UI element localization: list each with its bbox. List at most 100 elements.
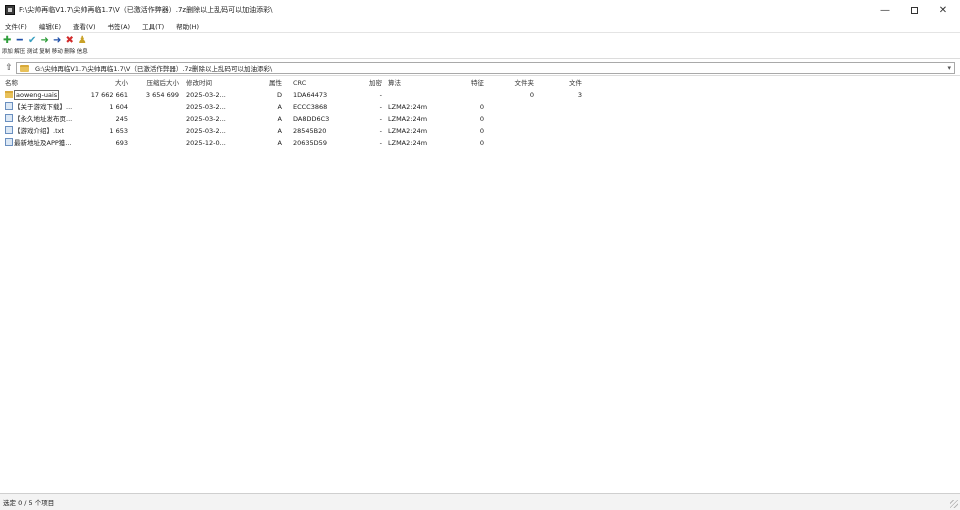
cell-files: 3	[577, 91, 582, 99]
cell-size: 693	[115, 139, 128, 147]
table-row[interactable]: 最新地址及APP獲... 693 2025-12-0... A 20635D59 - LZM…	[0, 137, 960, 149]
file-name: 最新地址及APP獲...	[14, 139, 72, 147]
extract-icon: ━	[16, 35, 23, 46]
folder-icon	[5, 91, 13, 98]
toolbar-label: 解压	[14, 49, 26, 55]
menu-file[interactable]: 文件(F)	[5, 21, 27, 31]
toolbar-label: 删除	[64, 49, 76, 55]
toolbar-label: 复制	[39, 49, 51, 55]
toolbar-label: 添加	[1, 49, 13, 55]
file-list: 名称 大小 压缩后大小 修改时间 属性 CRC 加密 算法 特征 文件夹 文件 …	[0, 77, 960, 493]
cell-attributes: D	[276, 91, 282, 99]
cell-folders	[500, 137, 534, 149]
cell-files	[548, 101, 582, 113]
toolbar-button-info[interactable]: ♟ 信息	[76, 33, 89, 58]
delete-icon: ✖	[65, 35, 74, 46]
test-icon: ✔	[28, 35, 37, 46]
up-arrow-icon: ⇧	[5, 62, 13, 73]
cell-packed-size: 3 654 699	[145, 91, 179, 99]
cell-folders	[500, 101, 534, 113]
status-bar: 选定 0 / 5 个项目	[0, 493, 960, 510]
cell-folders	[500, 125, 534, 137]
path-dropdown-icon[interactable]: ▾	[947, 64, 951, 72]
close-button[interactable]: ✕	[925, 0, 960, 20]
close-icon: ✕	[938, 4, 948, 16]
toolbar-label: 信息	[76, 49, 88, 55]
cell-encrypted: -	[379, 115, 382, 123]
menu-help[interactable]: 帮助(H)	[176, 21, 199, 31]
file-name: 【游戏介绍】.txt	[14, 127, 65, 135]
path-bar: ⇧ G:\尖帅再临V1.7\尖帅再临1.7\V（已激活作弊器）.7z删除以上乱码…	[0, 60, 960, 76]
menu-edit[interactable]: 编辑(E)	[39, 21, 61, 31]
cell-size: 245	[115, 115, 128, 123]
up-folder-button[interactable]: ⇧	[4, 63, 14, 73]
title-bar: F:\尖帅再临V1.7\尖帅再临1.7\V（已激活作弊器）.7z删除以上乱码可以…	[0, 0, 960, 20]
info-icon: ♟	[77, 35, 87, 46]
cell-files	[548, 137, 582, 149]
cell-encrypted: -	[379, 139, 382, 147]
menu-bookmarks[interactable]: 书签(A)	[108, 21, 131, 31]
toolbar-label: 移动	[51, 49, 63, 55]
menu-bar: 文件(F) 编辑(E) 查看(V) 书签(A) 工具(T) 帮助(H)	[0, 20, 960, 33]
cell-name: 【游戏介绍】.txt	[5, 125, 85, 137]
cell-size: 1 604	[109, 103, 128, 111]
path-input[interactable]: G:\尖帅再临V1.7\尖帅再临1.7\V（已激活作弊器）.7z删除以上乱码可以…	[16, 62, 955, 74]
cell-characteristics: 0	[479, 103, 484, 111]
column-header-encrypted[interactable]: 加密	[350, 77, 382, 89]
cell-name: 【关于游戏下载】...	[5, 101, 85, 113]
cell-modified: 2025-03-2...	[186, 127, 226, 135]
cell-folders	[500, 113, 534, 125]
cell-attributes: A	[277, 103, 282, 111]
table-row[interactable]: 【永久地址发布页... 245 2025-03-2... A DA8DD6C3 - LZMA…	[0, 113, 960, 125]
cell-size: 1 653	[109, 127, 128, 135]
menu-view[interactable]: 查看(V)	[73, 21, 96, 31]
toolbar-button-delete[interactable]: ✖ 删除	[64, 33, 77, 58]
column-header-folders[interactable]: 文件夹	[500, 77, 535, 89]
table-row[interactable]: 【关于游戏下载】... 1 604 2025-03-2... A ECCC3868 - LZ…	[0, 101, 960, 113]
file-name: aoweng-uais	[14, 90, 60, 100]
toolbar-button-add[interactable]: ✚ 添加	[1, 33, 14, 58]
toolbar-button-extract[interactable]: ━ 解压	[14, 33, 27, 58]
cell-folders: 0	[529, 91, 534, 99]
cell-modified: 2025-03-2...	[186, 91, 226, 99]
column-header-modified[interactable]: 修改时间	[186, 77, 244, 89]
toolbar: ✚ 添加 ━ 解压 ✔ 测试 ➜ 复制 ➜ 移动 ✖ 删除 ♟ 信息	[0, 33, 960, 59]
column-header-size[interactable]: 大小	[86, 77, 128, 89]
menu-tools[interactable]: 工具(T)	[142, 21, 164, 31]
file-icon	[5, 102, 13, 110]
toolbar-button-move[interactable]: ➜ 移动	[51, 33, 64, 58]
table-row[interactable]: aoweng-uais 17 662 661 3 654 699 2025-03-2.…	[0, 89, 960, 101]
toolbar-button-copy[interactable]: ➜ 复制	[39, 33, 52, 58]
column-header-name[interactable]: 名称	[5, 77, 85, 89]
file-icon	[5, 114, 13, 122]
cell-size: 17 662 661	[90, 91, 128, 99]
column-header-crc[interactable]: CRC	[293, 77, 343, 89]
column-header-method[interactable]: 算法	[388, 77, 446, 89]
column-header-attributes[interactable]: 属性	[262, 77, 282, 89]
cell-method	[388, 89, 446, 101]
toolbar-label: 测试	[26, 49, 38, 55]
cell-encrypted: -	[379, 127, 382, 135]
minimize-icon: —	[880, 4, 890, 16]
cell-encrypted: -	[379, 103, 382, 111]
cell-method: LZMA2:24m	[388, 127, 428, 135]
copy-icon: ➜	[40, 35, 49, 46]
cell-crc: 28545B20	[293, 127, 327, 135]
cell-packed-size	[136, 101, 179, 113]
file-icon	[5, 138, 13, 146]
resize-grip-icon[interactable]	[950, 500, 958, 508]
toolbar-button-test[interactable]: ✔ 测试	[26, 33, 39, 58]
maximize-icon	[910, 6, 918, 14]
cell-name: aoweng-uais	[5, 89, 85, 101]
cell-files	[548, 125, 582, 137]
table-row[interactable]: 【游戏介绍】.txt 1 653 2025-03-2... A 28545B20 - LZM…	[0, 125, 960, 137]
column-header-files[interactable]: 文件	[548, 77, 582, 89]
column-header-packed-size[interactable]: 压缩后大小	[136, 77, 180, 89]
column-header-characteristics[interactable]: 特征	[452, 77, 484, 89]
window-title: F:\尖帅再临V1.7\尖帅再临1.7\V（已激活作弊器）.7z删除以上乱码可以…	[19, 6, 273, 14]
file-name: 【关于游戏下载】...	[14, 103, 73, 111]
cell-crc: DA8DD6C3	[293, 115, 330, 123]
column-header-row: 名称 大小 压缩后大小 修改时间 属性 CRC 加密 算法 特征 文件夹 文件	[0, 77, 960, 89]
add-icon: ✚	[3, 35, 12, 46]
cell-method: LZMA2:24m	[388, 115, 428, 123]
